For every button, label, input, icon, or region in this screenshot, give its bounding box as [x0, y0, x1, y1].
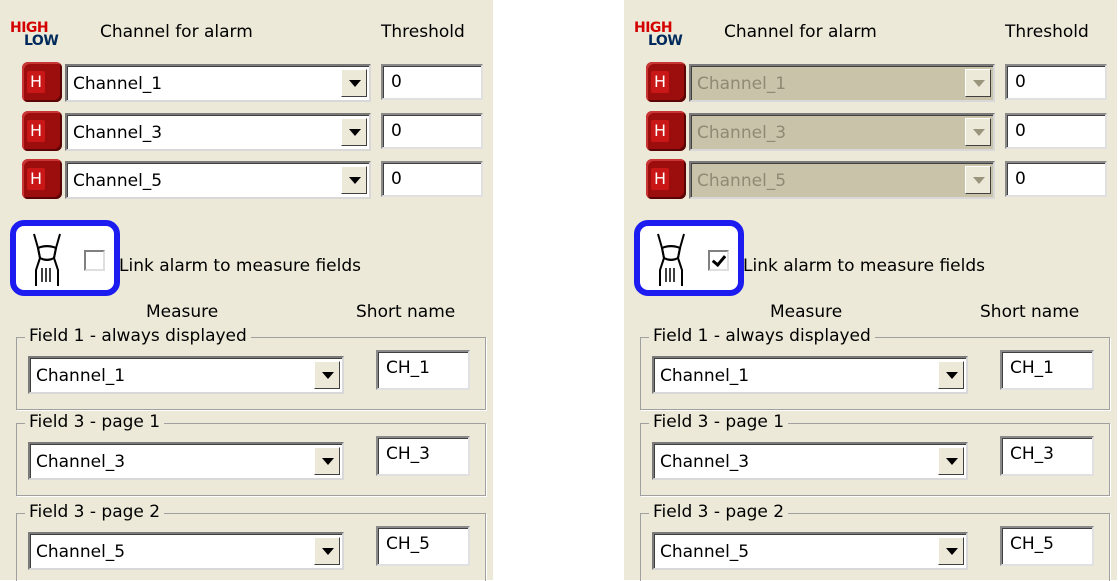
alarm-channel-select-1-disabled: Channel_1	[689, 64, 995, 102]
threshold-input-1[interactable]: 0	[381, 64, 483, 100]
short-name-input-2[interactable]: CH_3	[1000, 436, 1094, 476]
threshold-input-2[interactable]: 0	[381, 113, 483, 149]
threshold-input-3[interactable]: 0	[1005, 161, 1107, 197]
high-alarm-button-1[interactable]: H	[22, 62, 62, 102]
measure-select-2[interactable]: Channel_3	[652, 442, 968, 480]
chevron-down-icon[interactable]	[314, 361, 340, 389]
chevron-down-icon	[965, 69, 991, 97]
threshold-input-2[interactable]: 0	[1005, 113, 1107, 149]
link-highlight-frame	[634, 220, 744, 296]
link-alarm-label[interactable]: Link alarm to measure fields	[743, 256, 985, 276]
measure-select-1[interactable]: Channel_1	[28, 356, 344, 394]
chevron-down-icon	[965, 166, 991, 194]
link-highlight-frame	[10, 220, 120, 296]
high-low-logo: HIGH LOW	[634, 21, 690, 51]
measure-select-3[interactable]: Channel_5	[652, 532, 968, 570]
short-name-input-3[interactable]: CH_5	[376, 526, 470, 566]
alarm-channel-select-3[interactable]: Channel_5	[65, 161, 371, 199]
short-name-input-3[interactable]: CH_5	[1000, 526, 1094, 566]
field-group-title: Field 3 - page 2	[649, 502, 789, 522]
measure-select-1[interactable]: Channel_1	[652, 356, 968, 394]
high-alarm-button-2[interactable]: H	[646, 111, 686, 151]
high-alarm-button-3[interactable]: H	[646, 159, 686, 199]
field-group-title: Field 3 - page 1	[25, 412, 165, 432]
chain-link-icon	[33, 233, 61, 286]
alarm-channel-select-2[interactable]: Channel_3	[65, 113, 371, 151]
logo-low-text: LOW	[648, 33, 683, 49]
chevron-down-icon[interactable]	[341, 69, 367, 97]
alarm-panel-checked: HIGH LOW Channel for alarm Threshold H C…	[624, 0, 1117, 581]
alarm-channel-select-3-disabled: Channel_5	[689, 161, 995, 199]
high-alarm-button-1[interactable]: H	[646, 62, 686, 102]
short-name-input-1[interactable]: CH_1	[376, 350, 470, 390]
short-name-column-label: Short name	[980, 302, 1080, 322]
chevron-down-icon[interactable]	[314, 537, 340, 565]
channel-for-alarm-label: Channel for alarm	[100, 22, 253, 42]
short-name-input-2[interactable]: CH_3	[376, 436, 470, 476]
high-alarm-button-2[interactable]: H	[22, 111, 62, 151]
short-name-column-label: Short name	[356, 302, 456, 322]
measure-select-2[interactable]: Channel_3	[28, 442, 344, 480]
chevron-down-icon[interactable]	[341, 118, 367, 146]
field-group-title: Field 3 - page 2	[25, 502, 165, 522]
measure-select-3[interactable]: Channel_5	[28, 532, 344, 570]
channel-for-alarm-label: Channel for alarm	[724, 22, 877, 42]
chevron-down-icon[interactable]	[938, 537, 964, 565]
chevron-down-icon[interactable]	[938, 361, 964, 389]
high-low-logo: HIGH LOW	[10, 21, 66, 51]
link-alarm-checkbox[interactable]	[708, 250, 729, 271]
alarm-channel-select-1[interactable]: Channel_1	[65, 64, 371, 102]
threshold-input-1[interactable]: 0	[1005, 64, 1107, 100]
measure-column-label: Measure	[146, 302, 219, 322]
field-group-title: Field 1 - always displayed	[649, 326, 875, 346]
chevron-down-icon[interactable]	[314, 447, 340, 475]
field-group-title: Field 3 - page 1	[649, 412, 789, 432]
chevron-down-icon[interactable]	[938, 447, 964, 475]
short-name-input-1[interactable]: CH_1	[1000, 350, 1094, 390]
threshold-input-3[interactable]: 0	[381, 161, 483, 197]
measure-column-label: Measure	[770, 302, 843, 322]
chevron-down-icon	[965, 118, 991, 146]
high-alarm-button-3[interactable]: H	[22, 159, 62, 199]
threshold-label: Threshold	[381, 22, 465, 42]
alarm-channel-select-2-disabled: Channel_3	[689, 113, 995, 151]
field-group-title: Field 1 - always displayed	[25, 326, 251, 346]
logo-low-text: LOW	[24, 33, 59, 49]
threshold-label: Threshold	[1005, 22, 1089, 42]
chevron-down-icon[interactable]	[341, 166, 367, 194]
chain-link-icon	[657, 233, 685, 286]
link-alarm-label[interactable]: Link alarm to measure fields	[119, 256, 361, 276]
alarm-panel-unchecked: HIGH LOW Channel for alarm Threshold H C…	[0, 0, 493, 581]
link-alarm-checkbox[interactable]	[84, 250, 105, 271]
